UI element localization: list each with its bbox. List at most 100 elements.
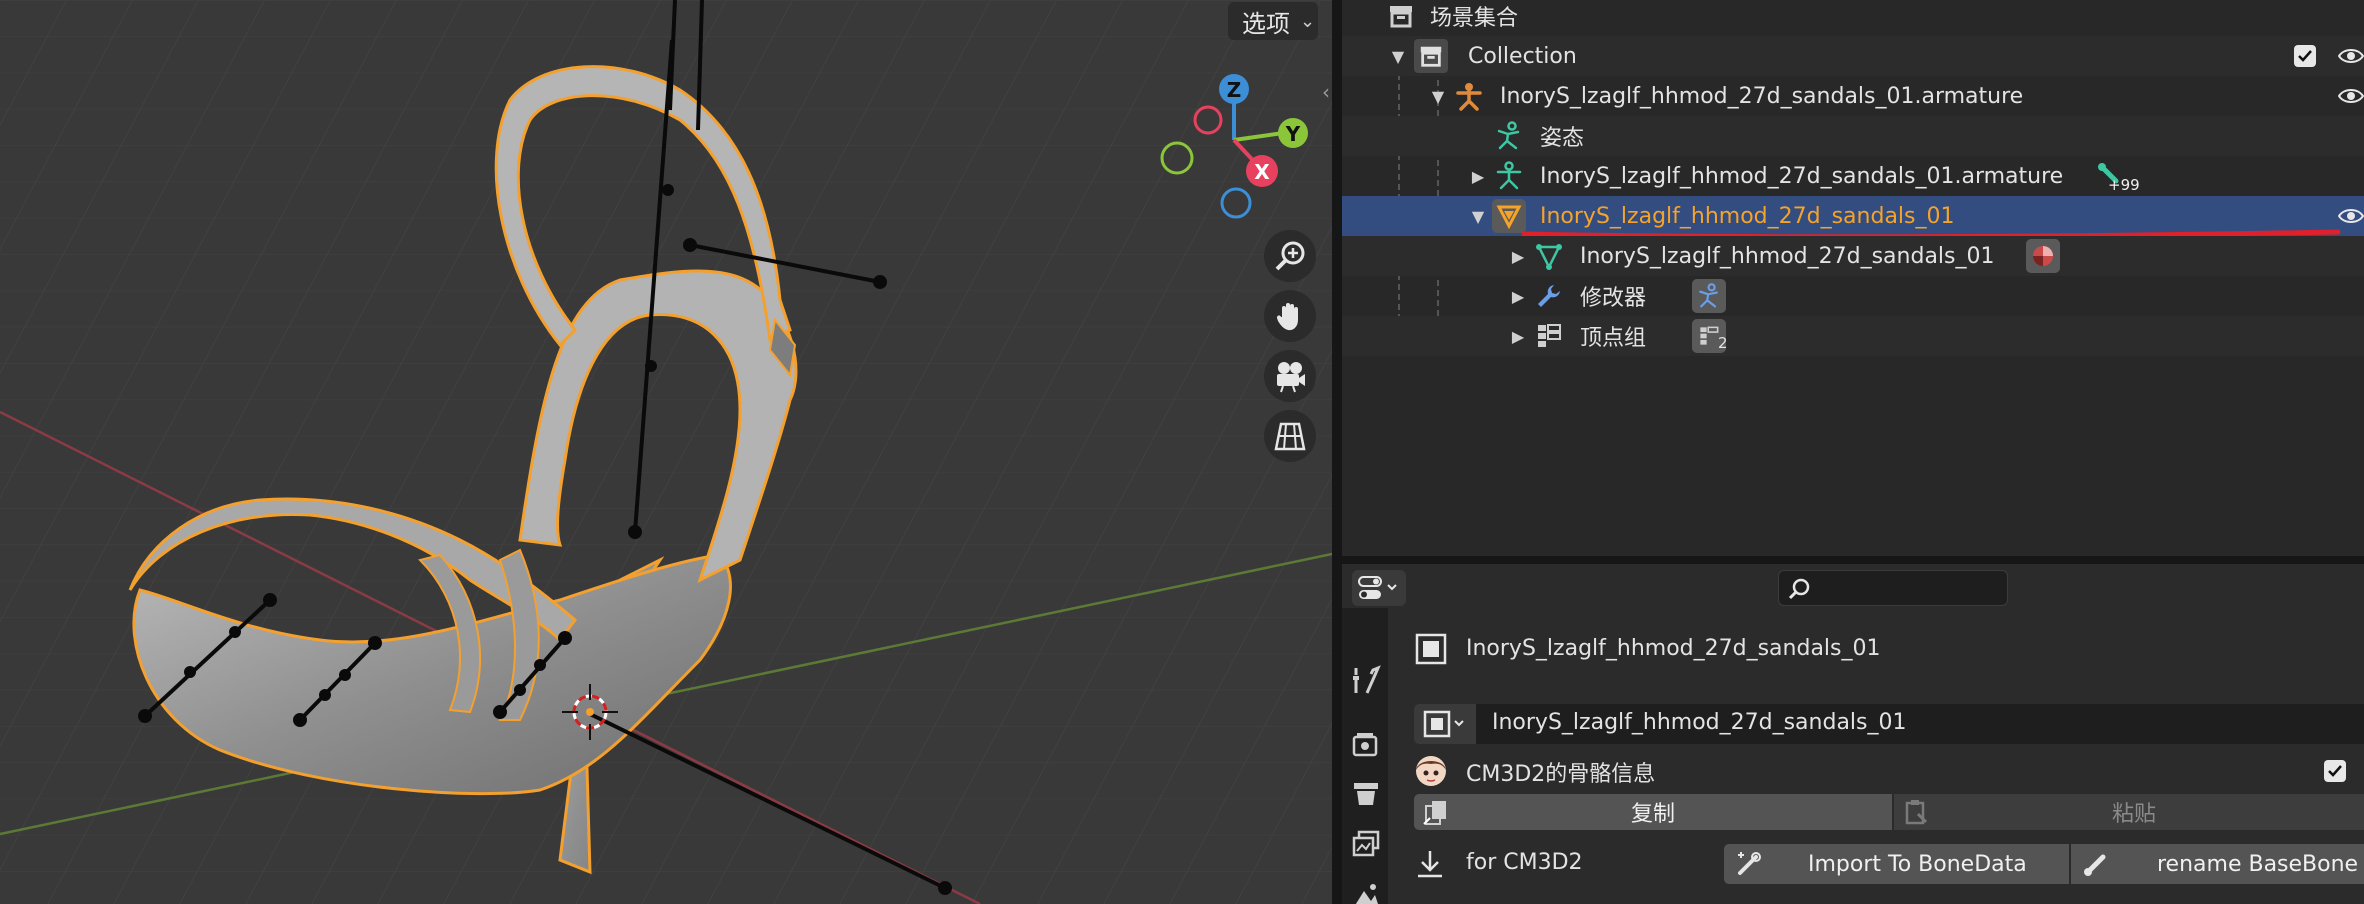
outliner-row-label: InoryS_lzaglf_hhmod_27d_sandals_01.armat… (1500, 83, 2024, 109)
viewport-scene[interactable]: Z Y X (0, 0, 1332, 904)
data-block-selector[interactable]: InoryS_lzaglf_hhmod_27d_sandals_01 (1414, 704, 2364, 744)
expand-triangle-icon[interactable]: ▶ (1508, 287, 1528, 306)
wrench-icon (1532, 279, 1566, 313)
tab-tool[interactable] (1348, 662, 1384, 698)
options-dropdown[interactable]: 选项 ⌄ (1228, 2, 1318, 40)
rename-basebone-label: rename BaseBone (2157, 851, 2359, 877)
expand-triangle-icon[interactable]: ▶ (1468, 167, 1488, 186)
object-data-icon (1423, 710, 1464, 738)
3d-viewport[interactable]: Z Y X 选项 ⌄ ‹ (0, 0, 1332, 904)
perspective-toggle-button[interactable] (1264, 410, 1316, 462)
collapse-triangle-icon[interactable]: ▼ (1428, 87, 1448, 106)
pan-button[interactable] (1264, 290, 1316, 342)
zoom-in-icon (1275, 241, 1305, 271)
eye-icon[interactable] (2338, 83, 2364, 109)
expand-triangle-icon[interactable]: ▶ (1508, 247, 1528, 266)
rename-basebone-button[interactable]: rename BaseBone (2071, 844, 2364, 884)
mesh-data-icon (1532, 239, 1566, 273)
vertex-groups-icon (1532, 319, 1566, 353)
bone-import-icon (1738, 852, 1761, 875)
y-axis-label: Y (1285, 122, 1301, 146)
pose-icon (1492, 119, 1526, 153)
camera-icon (1277, 362, 1305, 393)
bone-icon (2084, 854, 2106, 876)
tab-scene[interactable] (1348, 878, 1384, 904)
armature-object-icon (1452, 79, 1486, 113)
outliner[interactable]: 场景集合 ▼ Collection ▼ InoryS_lzaglf_hhmod_… (1342, 0, 2364, 556)
armature-modifier-icon[interactable] (1692, 279, 1726, 313)
properties-search-input[interactable] (1778, 570, 2008, 606)
collection-icon (1414, 39, 1448, 73)
mesh-object-icon (1492, 199, 1526, 233)
for-cm3d2-label: for CM3D2 (1466, 850, 1583, 875)
checkmark-icon (2298, 50, 2312, 62)
copy-label: 复制 (1630, 802, 1675, 827)
zoom-button[interactable] (1264, 230, 1316, 282)
area-separator[interactable] (1332, 0, 1342, 904)
expand-triangle-icon[interactable]: ▶ (1508, 327, 1528, 346)
outliner-row-label: InoryS_lzaglf_hhmod_27d_sandals_01 (1540, 203, 1955, 229)
eye-icon[interactable] (2338, 43, 2364, 69)
outliner-row-label: 场景集合 (1430, 6, 1519, 31)
view-layer-icon (1352, 830, 1380, 857)
data-block-browse-button[interactable] (1414, 704, 1476, 744)
import-arrow-icon (1418, 851, 1442, 878)
outliner-row-armature-data[interactable]: ▶ InoryS_lzaglf_hhmod_27d_sandals_01.arm… (1342, 156, 2364, 196)
chevron-down-icon: ⌄ (1300, 10, 1316, 32)
properties-editor-icon (1358, 576, 1397, 599)
cm3d2-panel-checkbox[interactable] (2324, 760, 2346, 782)
exclude-checkbox[interactable] (2294, 45, 2316, 67)
tab-output[interactable] (1348, 776, 1384, 812)
outliner-row-label: 修改器 (1580, 286, 1647, 311)
paste-button[interactable]: 粘贴 (1894, 794, 2364, 830)
outliner-row-collection[interactable]: ▼ Collection (1342, 36, 2364, 76)
copy-icon (1423, 801, 1446, 825)
search-icon (1788, 578, 1810, 600)
import-to-bonedata-label: Import To BoneData (1808, 851, 2027, 877)
outliner-row-label: InoryS_lzaglf_hhmod_27d_sandals_01.armat… (1540, 163, 2064, 189)
hand-pan-icon (1276, 303, 1298, 331)
outliner-row-label: Collection (1468, 43, 1577, 69)
paste-icon (1905, 800, 1928, 825)
material-icon[interactable] (2026, 239, 2060, 273)
scene-icon (1355, 884, 1378, 904)
outliner-row-label: 顶点组 (1580, 326, 1647, 351)
x-axis-label: X (1254, 160, 1270, 184)
outliner-row-mesh-data[interactable]: ▶ InoryS_lzaglf_hhmod_27d_sandals_01 (1342, 236, 2364, 276)
cm3d2-bone-panel-title[interactable]: CM3D2的骨骼信息 (1466, 756, 1655, 788)
tool-icon (1353, 665, 1381, 694)
copy-button[interactable]: 复制 (1414, 794, 1892, 830)
area-separator[interactable] (1342, 556, 2364, 564)
armature-data-icon (1492, 159, 1526, 193)
data-block-name: InoryS_lzaglf_hhmod_27d_sandals_01 (1492, 710, 1907, 735)
cm3d2-avatar-icon (1416, 756, 1446, 786)
outliner-row-vertex-groups[interactable]: ▶ 顶点组 2 (1342, 316, 2364, 356)
editor-type-dropdown[interactable] (1352, 570, 1406, 606)
sidebar-toggle-icon[interactable]: ‹ (1322, 80, 1330, 104)
outliner-row-armature-object[interactable]: ▼ InoryS_lzaglf_hhmod_27d_sandals_01.arm… (1342, 76, 2364, 116)
bone-count-badge: +99 (2108, 176, 2140, 194)
output-icon (1354, 783, 1378, 805)
outliner-row-modifiers[interactable]: ▶ 修改器 (1342, 276, 2364, 316)
outliner-row-scene-collection[interactable]: 场景集合 (1342, 0, 2364, 36)
tab-render[interactable] (1348, 726, 1384, 762)
collapse-triangle-icon[interactable]: ▼ (1388, 47, 1408, 66)
import-to-bonedata-button[interactable]: Import To BoneData (1724, 844, 2069, 884)
grid-perspective-icon (1274, 422, 1306, 451)
checkmark-icon (2328, 765, 2342, 777)
tab-view-layer[interactable] (1348, 826, 1384, 862)
paste-label: 粘贴 (2111, 802, 2156, 827)
collapse-triangle-icon[interactable]: ▼ (1468, 207, 1488, 226)
properties-editor[interactable]: InoryS_lzaglf_hhmod_27d_sandals_01 Inory… (1342, 564, 2364, 904)
render-icon (1352, 733, 1378, 757)
options-label: 选项 (1242, 9, 1290, 38)
properties-tabs (1342, 608, 1388, 904)
object-icon (1415, 633, 1447, 665)
scene-collection-icon (1384, 0, 1418, 33)
camera-view-button[interactable] (1264, 350, 1316, 402)
z-axis-label: Z (1227, 78, 1242, 102)
vertex-group-count: 2 (1718, 334, 1728, 352)
outliner-row-label: 姿态 (1540, 126, 1585, 151)
outliner-row-pose[interactable]: 姿态 (1342, 116, 2364, 156)
object-name-text[interactable]: InoryS_lzaglf_hhmod_27d_sandals_01 (1466, 636, 1881, 661)
